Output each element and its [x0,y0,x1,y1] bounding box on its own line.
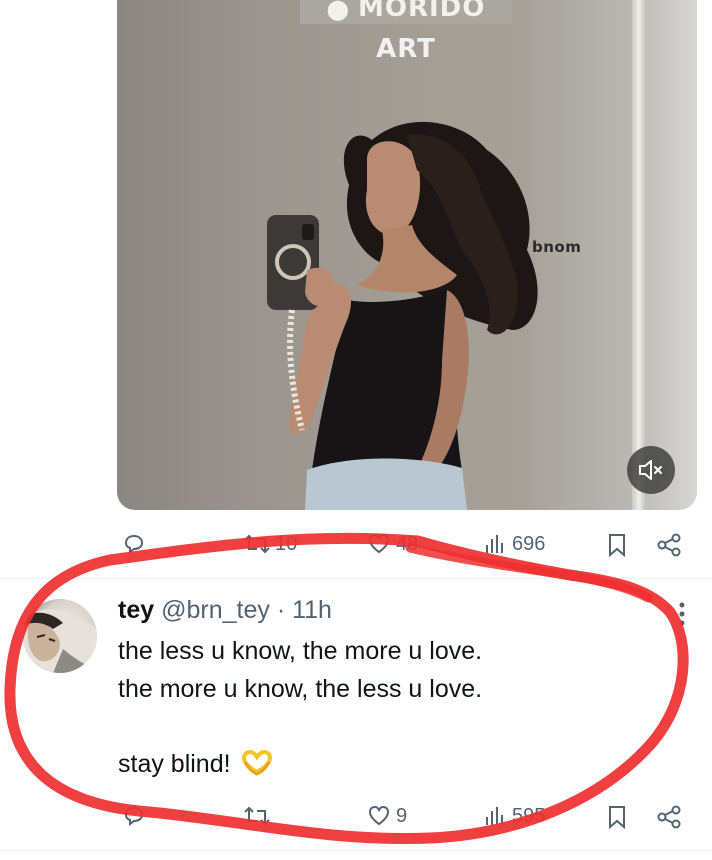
share-button[interactable] [656,805,682,829]
bookmark-button[interactable] [606,533,628,557]
bookmark-icon [609,534,625,557]
tweet-text: the less u know, the more u love. the mo… [118,633,678,783]
tweet-header: tey @brn_tey · 11h [118,596,332,625]
meta-separator: · [276,596,286,624]
tweet-line: the less u know, the more u love. [118,637,483,665]
retweet-button[interactable] [243,804,275,828]
share-button[interactable] [656,533,682,557]
avatar-image [23,608,97,673]
like-button[interactable]: 9 [366,804,407,828]
bookmark-icon [609,806,625,829]
reply-icon [124,534,144,554]
views-bar-chart-icon [486,807,503,825]
person-figure [267,121,538,510]
heart-icon [368,805,390,826]
volume-muted-icon [639,460,662,480]
post-divider [0,850,712,851]
share-icon [657,533,681,557]
post-divider [0,578,712,579]
reply-button[interactable] [121,532,151,556]
user-handle[interactable]: @brn_tey [161,596,270,624]
mute-button[interactable] [627,446,675,494]
views-bar-chart-icon [486,535,503,553]
bookmark-button[interactable] [606,805,628,829]
avatar[interactable] [23,599,97,673]
tweet-action-bar: 9 595 [0,798,712,838]
reply-icon [124,806,144,826]
top-post-action-bar: 10 48 696 [0,526,712,566]
reply-button[interactable] [121,804,151,828]
heart-icon [368,533,390,554]
views-button[interactable]: 595 [484,804,545,828]
retweet-icon [244,806,270,826]
more-vertical-icon[interactable] [674,601,690,627]
post-media-video[interactable]: ⬤ MORIDO ART bnom [117,0,697,510]
like-button[interactable]: 48 [366,532,418,556]
tweet-line-last: stay blind! [118,746,678,784]
timestamp[interactable]: 11h [292,596,332,624]
heart-hands-emoji-icon [241,749,272,776]
views-button[interactable]: 696 [484,532,545,556]
tweet-line: the more u know, the less u love. [118,674,483,703]
share-icon [657,805,681,829]
display-name[interactable]: tey [118,596,154,624]
retweet-button[interactable]: 10 [243,532,297,556]
retweet-icon [244,534,270,554]
